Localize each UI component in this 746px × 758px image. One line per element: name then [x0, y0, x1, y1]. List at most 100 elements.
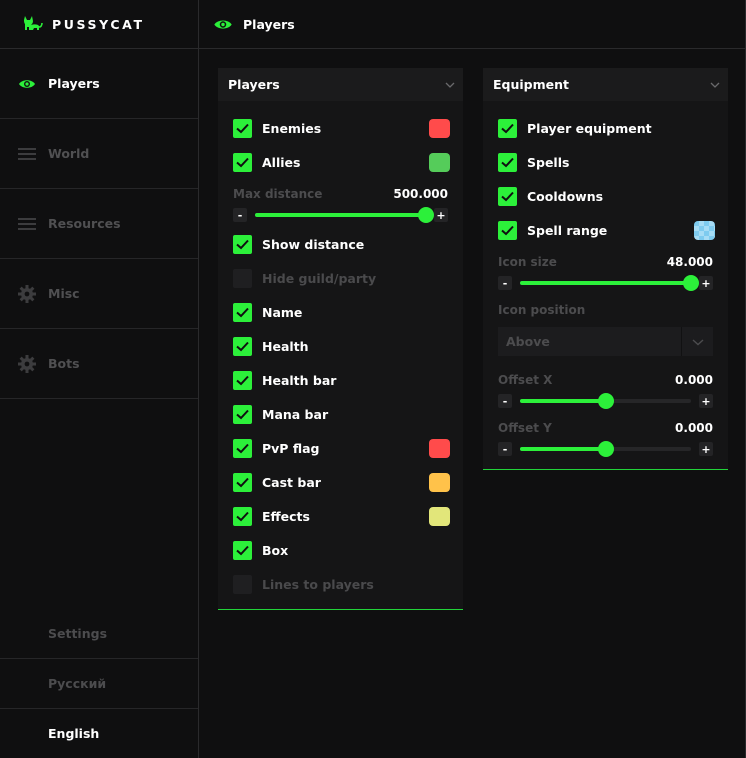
enemies-checkbox[interactable]: [233, 118, 252, 138]
spells-checkbox[interactable]: [498, 152, 517, 172]
hide-guild-row[interactable]: Hide guild/party: [233, 267, 450, 289]
spell-range-color-swatch[interactable]: [694, 220, 715, 240]
pvp-flag-color-swatch[interactable]: [429, 438, 450, 458]
spells-label: Spells: [527, 154, 570, 170]
check-icon: [236, 157, 249, 167]
icon-size-slider[interactable]: - +: [498, 275, 713, 291]
slider-handle[interactable]: [418, 207, 434, 223]
equipment-panel: Equipment Player equipment Spells Cooldo…: [483, 68, 728, 470]
lines-row[interactable]: Lines to players: [233, 573, 450, 595]
decrement-button[interactable]: -: [498, 276, 512, 290]
increment-button[interactable]: +: [699, 276, 713, 290]
player-equipment-checkbox[interactable]: [498, 118, 517, 138]
mana-bar-checkbox[interactable]: [233, 404, 252, 424]
slider-track[interactable]: [520, 393, 691, 409]
pvp-flag-checkbox[interactable]: [233, 438, 252, 458]
icon-position-select[interactable]: Above: [498, 327, 713, 356]
decrement-button[interactable]: -: [498, 442, 512, 456]
effects-checkbox[interactable]: [233, 506, 252, 526]
offset-y-slider[interactable]: - +: [498, 441, 713, 457]
allies-color-swatch[interactable]: [429, 152, 450, 172]
health-row[interactable]: Health: [233, 335, 450, 357]
cast-bar-row[interactable]: Cast bar: [233, 471, 450, 493]
cast-bar-label: Cast bar: [262, 474, 321, 490]
spell-range-row[interactable]: Spell range: [498, 219, 715, 241]
slider-track[interactable]: [255, 207, 434, 223]
cast-bar-color-swatch[interactable]: [429, 472, 450, 492]
slider-fill: [520, 447, 606, 451]
slider-handle[interactable]: [597, 393, 614, 409]
dropdown-arrow[interactable]: [681, 327, 713, 356]
decrement-button[interactable]: -: [498, 394, 512, 408]
check-icon: [236, 477, 249, 487]
players-panel-header[interactable]: Players: [218, 68, 463, 101]
icon-size-label: Icon size: [498, 255, 557, 269]
menu-icon: [18, 145, 36, 163]
cat-logo-icon: [24, 16, 43, 30]
spell-range-checkbox[interactable]: [498, 220, 517, 240]
effects-color-swatch[interactable]: [429, 506, 450, 526]
spells-row[interactable]: Spells: [498, 151, 715, 173]
allies-checkbox[interactable]: [233, 152, 252, 172]
enemies-color-swatch[interactable]: [429, 118, 450, 138]
check-icon: [236, 443, 249, 453]
brand: PUSSYCAT: [0, 0, 198, 49]
slider-handle[interactable]: [683, 275, 699, 291]
health-checkbox[interactable]: [233, 336, 252, 356]
box-row[interactable]: Box: [233, 539, 450, 561]
max-distance-value: 500.000: [393, 187, 448, 201]
allies-label: Allies: [262, 154, 301, 170]
pvp-flag-row[interactable]: PvP flag: [233, 437, 450, 459]
show-distance-checkbox[interactable]: [233, 234, 252, 254]
health-bar-checkbox[interactable]: [233, 370, 252, 390]
sidebar-item-label: Bots: [48, 356, 80, 371]
name-checkbox[interactable]: [233, 302, 252, 322]
check-icon: [236, 341, 249, 351]
panel-title: Equipment: [493, 77, 569, 92]
pvp-flag-label: PvP flag: [262, 440, 320, 456]
increment-button[interactable]: +: [699, 394, 713, 408]
show-distance-row[interactable]: Show distance: [233, 233, 450, 255]
eye-icon: [18, 75, 36, 93]
lines-checkbox[interactable]: [233, 574, 252, 594]
box-checkbox[interactable]: [233, 540, 252, 560]
sidebar-item-settings[interactable]: Settings: [0, 608, 198, 658]
cooldowns-checkbox[interactable]: [498, 186, 517, 206]
chevron-down-icon: [692, 338, 703, 345]
cast-bar-checkbox[interactable]: [233, 472, 252, 492]
allies-row[interactable]: Allies: [233, 151, 450, 173]
effects-row[interactable]: Effects: [233, 505, 450, 527]
sidebar-item-players[interactable]: Players: [0, 49, 198, 119]
cooldowns-row[interactable]: Cooldowns: [498, 185, 715, 207]
enemies-row[interactable]: Enemies: [233, 117, 450, 139]
decrement-button[interactable]: -: [233, 208, 247, 222]
name-row[interactable]: Name: [233, 301, 450, 323]
increment-button[interactable]: +: [434, 208, 448, 222]
sidebar-item-bots[interactable]: Bots: [0, 329, 198, 399]
offset-x-slider[interactable]: - +: [498, 393, 713, 409]
slider-track[interactable]: [520, 441, 691, 457]
sidebar-item-misc[interactable]: Misc: [0, 259, 198, 329]
health-bar-row[interactable]: Health bar: [233, 369, 450, 391]
increment-button[interactable]: +: [699, 442, 713, 456]
offset-x-value: 0.000: [675, 373, 713, 387]
slider-handle[interactable]: [597, 441, 614, 457]
brand-title: PUSSYCAT: [52, 16, 145, 32]
max-distance-label: Max distance: [233, 187, 323, 201]
check-icon: [501, 123, 514, 133]
sidebar-item-label: World: [48, 146, 90, 161]
max-distance-slider[interactable]: - +: [233, 207, 448, 223]
language-english[interactable]: English: [0, 708, 198, 758]
check-icon: [236, 511, 249, 521]
player-equipment-row[interactable]: Player equipment: [498, 117, 715, 139]
hide-guild-checkbox[interactable]: [233, 268, 252, 288]
sidebar-item-world[interactable]: World: [0, 119, 198, 189]
hide-guild-label: Hide guild/party: [262, 270, 377, 286]
mana-bar-row[interactable]: Mana bar: [233, 403, 450, 425]
language-russian[interactable]: Русский: [0, 658, 198, 708]
slider-track[interactable]: [520, 275, 699, 291]
chevron-down-icon: [445, 82, 455, 88]
spell-range-label: Spell range: [527, 222, 608, 238]
equipment-panel-header[interactable]: Equipment: [483, 68, 728, 101]
sidebar-item-resources[interactable]: Resources: [0, 189, 198, 259]
